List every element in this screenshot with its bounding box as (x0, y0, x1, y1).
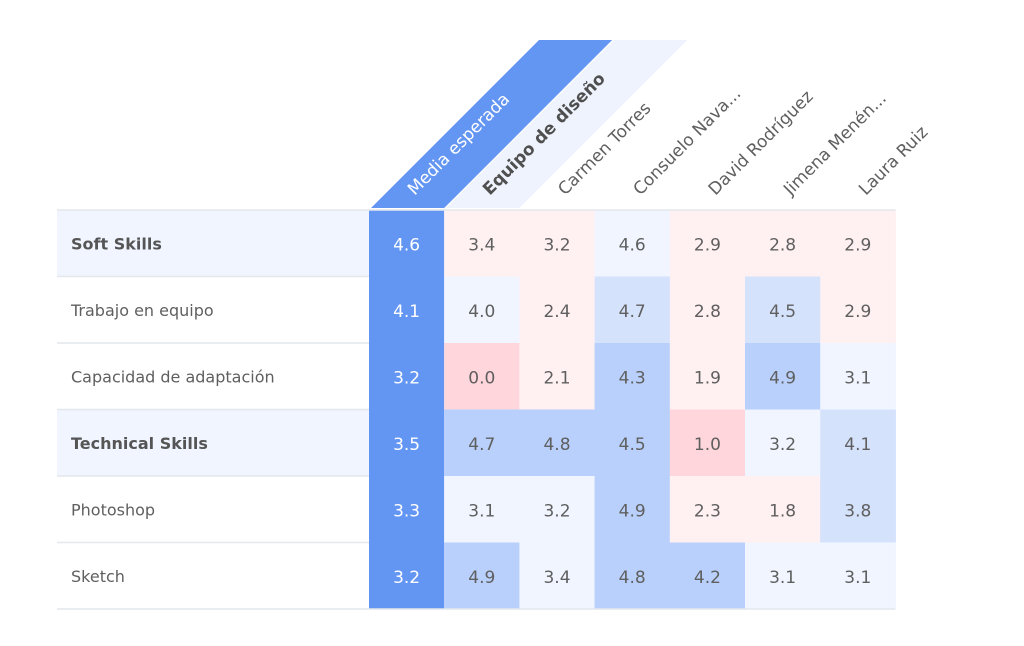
cell-value: 4.8 (543, 435, 570, 455)
row-label: Soft Skills (71, 234, 162, 253)
cell-value: 4.7 (468, 435, 495, 455)
cell-value: 3.2 (543, 501, 570, 521)
cell-value: 4.7 (619, 302, 646, 322)
cell-value: 4.3 (619, 368, 646, 388)
heatmap-body: Soft Skills 4.6 3.4 3.2 4.6 2.9 2.8 2.9Trabajo … (57, 209, 896, 610)
cell-value: 2.4 (543, 302, 570, 322)
cell-value: 4.9 (619, 501, 646, 521)
cell-value: 3.4 (543, 568, 570, 588)
row-label: Photoshop (71, 500, 155, 519)
cell-value: 4.2 (694, 568, 721, 588)
cell-value: 1.8 (769, 501, 796, 521)
skills-heatmap: Media esperadaEquipo de diseñoCarmen Tor… (57, 40, 932, 610)
cell-value: 3.1 (844, 368, 871, 388)
cell-value: 1.0 (694, 435, 721, 455)
table-row: Capacidad de adaptación 3.2 0.0 2.1 4.3 1.9 4.… (57, 343, 896, 410)
cell-value: 3.1 (769, 568, 796, 588)
column-headers: Media esperadaEquipo de diseñoCarmen Tor… (371, 40, 932, 208)
cell-value: 2.3 (694, 501, 721, 521)
cell-value: 1.9 (694, 368, 721, 388)
cell-value: 4.6 (619, 235, 646, 255)
table-row: Sketch 3.2 4.9 3.4 4.8 4.2 3.1 3.1 (57, 542, 896, 610)
row-label: Trabajo en equipo (70, 301, 214, 320)
group-row: Technical Skills 3.5 4.7 4.8 4.5 1.0 3.2 4.1 (57, 409, 896, 477)
cell-value: 2.9 (694, 235, 721, 255)
cell-value: 3.1 (844, 568, 871, 588)
cell-value: 2.8 (769, 235, 796, 255)
group-row: Soft Skills 4.6 3.4 3.2 4.6 2.9 2.8 2.9 (57, 210, 896, 277)
cell-value: 0.0 (468, 368, 495, 388)
cell-value: 3.4 (468, 235, 495, 255)
cell-value: 3.2 (543, 235, 570, 255)
cell-value: 3.1 (468, 501, 495, 521)
cell-value: 4.9 (769, 368, 796, 388)
row-label: Sketch (71, 567, 125, 586)
cell-value: 3.2 (769, 435, 796, 455)
cell-value: 2.1 (543, 368, 570, 388)
row-label: Capacidad de adaptación (71, 367, 275, 386)
cell-value: 2.9 (844, 235, 871, 255)
cell-value: 4.5 (619, 435, 646, 455)
cell-value: 4.9 (468, 568, 495, 588)
cell-value: 3.8 (844, 501, 871, 521)
cell-value: 4.1 (844, 435, 871, 455)
column-header-6: Laura Ruiz (855, 122, 932, 199)
table-row: Trabajo en equipo 4.1 4.0 2.4 4.7 2.8 4.5 2.9 (57, 276, 896, 344)
cell-value: 4.5 (769, 302, 796, 322)
cell-value: 2.9 (844, 302, 871, 322)
cell-value: 4.8 (619, 568, 646, 588)
cell-value: 4.0 (468, 302, 495, 322)
table-row: Photoshop 3.3 3.1 3.2 4.9 2.3 1.8 3.8 (57, 476, 896, 543)
cell-value: 2.8 (694, 302, 721, 322)
row-label: Technical Skills (71, 434, 208, 453)
